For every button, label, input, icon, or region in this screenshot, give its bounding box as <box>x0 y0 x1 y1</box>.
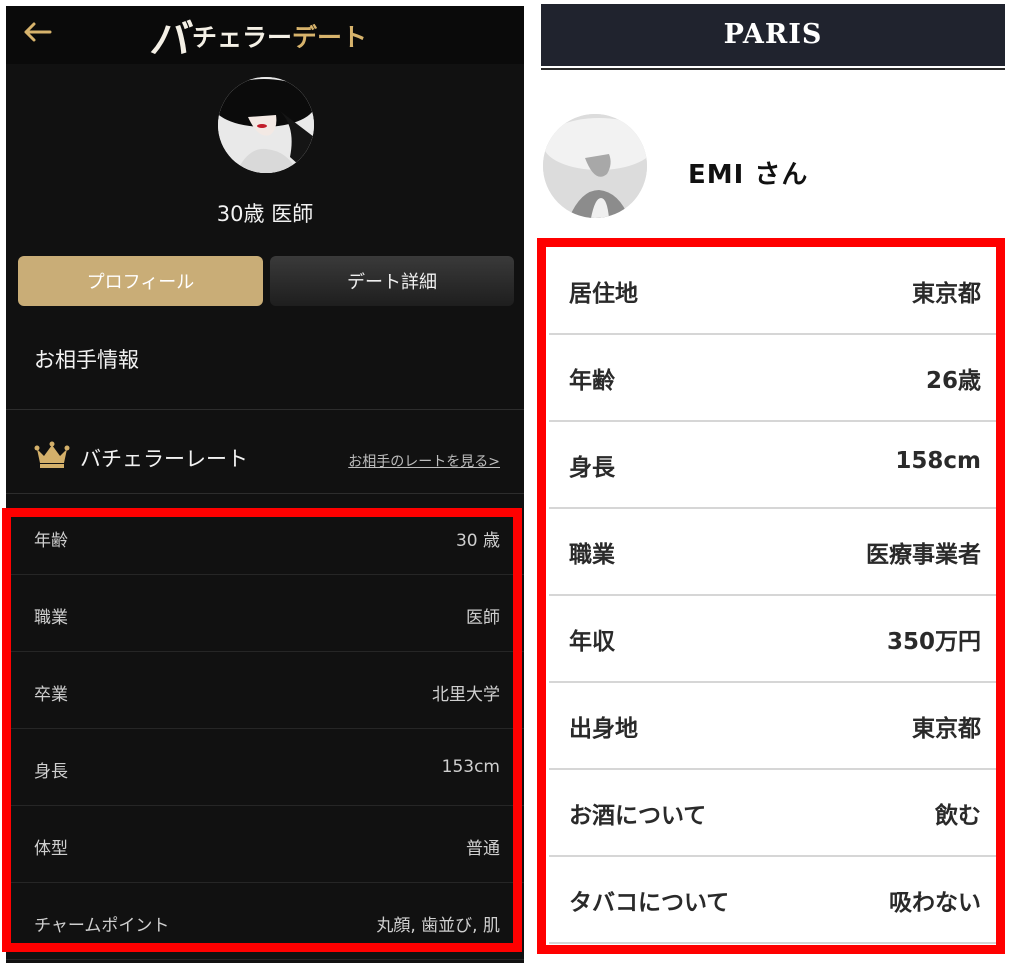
table-row: 卒業 北里大学 <box>6 652 524 729</box>
profile-info-table: 居住地 東京都 年齢 26歳 身長 158cm 職業 医療事業者 年収 350万… <box>549 248 997 944</box>
table-row: タバコについて 吸わない <box>549 857 997 944</box>
row-value: 丸顔, 歯並び, 肌 <box>376 916 500 936</box>
row-value: 北里大学 <box>432 685 500 705</box>
row-value: 350万円 <box>886 629 981 655</box>
logo-part-1: バ <box>147 17 194 63</box>
row-value: 東京都 <box>912 281 981 307</box>
row-label: チャームポイント <box>34 916 170 936</box>
tab-profile[interactable]: プロフィール <box>18 256 263 306</box>
row-value: 153cm <box>441 757 500 777</box>
row-label: 年齢 <box>569 368 615 394</box>
right-app-screen: PARIS EMI さん 居住地 東京都 年齢 26歳 身長 158cm 職業 … <box>533 0 1010 963</box>
profile-subtitle: 30歳 医師 <box>216 202 314 226</box>
table-row: チャームポイント 丸顔, 歯並び, 肌 <box>6 883 524 960</box>
table-row: 年収 350万円 <box>549 596 997 683</box>
table-row: 体型 普通 <box>6 806 524 883</box>
table-row: 出身地 東京都 <box>549 683 997 770</box>
row-value: 普通 <box>466 839 500 859</box>
row-value: 医療事業者 <box>866 542 981 568</box>
top-bar: PARIS <box>541 4 1005 66</box>
row-label: 居住地 <box>569 281 638 307</box>
profile-name: EMI さん <box>688 160 809 190</box>
row-label: 出身地 <box>569 716 638 742</box>
row-label: 年収 <box>569 629 615 655</box>
row-label: タバコについて <box>569 890 730 916</box>
row-label: 体型 <box>34 839 68 859</box>
table-row: 居住地 東京都 <box>549 248 997 335</box>
row-value: 吸わない <box>889 890 981 916</box>
row-value: 飲む <box>935 803 981 829</box>
row-label: お酒について <box>569 803 707 829</box>
rate-label: バチェラーレート <box>80 447 248 471</box>
row-label: 年齢 <box>34 531 68 551</box>
table-row: 身長 158cm <box>549 422 997 509</box>
row-label: 身長 <box>569 455 615 481</box>
table-row: 職業 医師 <box>6 575 524 652</box>
logo-part-2: チェラー <box>192 23 293 52</box>
row-label: 職業 <box>34 608 68 628</box>
top-bar: バ チェラー デート <box>6 6 524 64</box>
arrow-left-icon[interactable] <box>20 14 56 50</box>
app-title: PARIS <box>723 19 823 50</box>
table-row: 職業 医療事業者 <box>549 509 997 596</box>
tab-date-details[interactable]: デート詳細 <box>270 256 514 306</box>
row-value: 医師 <box>466 608 500 628</box>
logo-part-3: デート <box>292 23 368 52</box>
left-app-screen: バ チェラー デート 30歳 医師 プロフィール デート詳細 お相手情報 バチェ… <box>6 6 524 963</box>
table-row: 年齢 30 歳 <box>6 498 524 575</box>
divider <box>6 493 524 494</box>
partner-info-table: 年齢 30 歳 職業 医師 卒業 北里大学 身長 153cm 体型 普通 チャー… <box>6 498 524 960</box>
row-value: 158cm <box>895 448 981 474</box>
table-row: お酒について 飲む <box>549 770 997 857</box>
avatar <box>218 77 314 173</box>
bachelor-rate-row: バチェラーレート お相手のレートを見る> <box>6 411 524 493</box>
divider <box>6 409 524 410</box>
table-row: 身長 153cm <box>6 729 524 806</box>
header-underline <box>541 68 1005 70</box>
section-title: お相手情報 <box>34 348 139 372</box>
table-row: 年齢 26歳 <box>549 335 997 422</box>
row-label: 身長 <box>34 762 68 782</box>
app-logo: バ チェラー デート <box>147 12 384 63</box>
row-label: 職業 <box>569 542 615 568</box>
row-value: 26歳 <box>925 368 981 394</box>
row-label: 卒業 <box>34 685 68 705</box>
row-value: 東京都 <box>912 716 981 742</box>
row-value: 30 歳 <box>455 531 500 551</box>
view-rate-link[interactable]: お相手のレートを見る> <box>348 451 500 471</box>
avatar <box>543 114 647 218</box>
crown-icon <box>34 441 70 469</box>
